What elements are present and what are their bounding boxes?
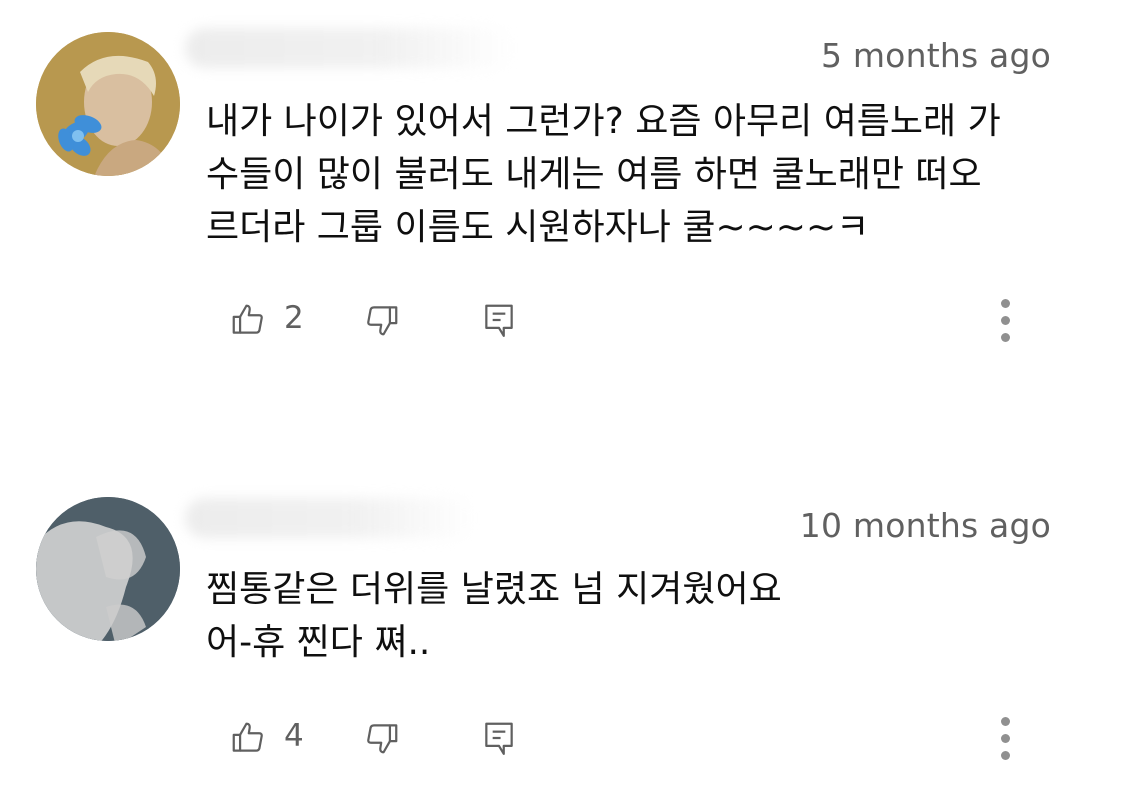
reply-icon <box>485 304 513 337</box>
reply-button[interactable] <box>477 298 521 342</box>
thumbs-down-icon <box>367 306 398 336</box>
comment-item: 5 months ago 내가 나이가 있어서 그런가? 요즘 아무리 여름노래… <box>0 0 1125 400</box>
avatar-image <box>36 497 180 641</box>
like-count: 2 <box>284 300 304 336</box>
comment-text: 내가 나이가 있어서 그런가? 요즘 아무리 여름노래 가 수들이 많이 불러도… <box>206 95 1066 254</box>
thumbs-down-icon <box>367 724 398 754</box>
more-vert-icon-dot <box>1000 332 1010 342</box>
comment-timestamp: 5 months ago <box>820 36 1051 75</box>
comment-actions: 4 <box>0 708 1125 768</box>
more-vert-icon-dot <box>1000 716 1010 726</box>
like-button[interactable] <box>226 716 270 760</box>
comment-text-line: 수들이 많이 불러도 내게는 여름 하면 쿨노래만 떠오 <box>206 154 982 195</box>
dislike-button[interactable] <box>360 716 404 760</box>
comment-text-line: 내가 나이가 있어서 그런가? 요즘 아무리 여름노래 가 <box>206 101 1001 142</box>
reply-button[interactable] <box>477 716 521 760</box>
like-button[interactable] <box>226 298 270 342</box>
thumbs-up-icon <box>232 304 263 334</box>
reply-icon <box>485 722 513 755</box>
dislike-button[interactable] <box>360 298 404 342</box>
comment-text-line: 르더라 그룹 이름도 시원하자나 쿨~~~~ㅋ <box>206 207 870 248</box>
author-name-redacted[interactable] <box>185 28 515 68</box>
comment-timestamp: 10 months ago <box>799 506 1051 545</box>
like-count: 4 <box>284 718 304 754</box>
thumbs-up-icon <box>232 722 263 752</box>
comment-text-line: 어-휴 찐다 쪄.. <box>206 622 431 663</box>
more-vert-icon-dot <box>1000 750 1010 760</box>
more-vert-icon-dot <box>1000 298 1010 308</box>
avatar[interactable] <box>36 32 180 176</box>
comment-item: 10 months ago 찜통같은 더위를 날렸죠 넘 지겨웠어요 어-휴 찐… <box>0 470 1125 804</box>
more-vert-icon-dot <box>1000 733 1010 743</box>
more-options-button[interactable] <box>988 708 1022 768</box>
more-vert-icon-dot <box>1000 315 1010 325</box>
avatar[interactable] <box>36 497 180 641</box>
more-options-button[interactable] <box>988 290 1022 350</box>
author-name-redacted[interactable] <box>185 498 475 538</box>
comment-actions: 2 <box>0 290 1125 350</box>
comment-text-line: 찜통같은 더위를 날렸죠 넘 지겨웠어요 <box>206 569 782 610</box>
comment-text: 찜통같은 더위를 날렸죠 넘 지겨웠어요 어-휴 찐다 쪄.. <box>206 563 1066 669</box>
avatar-image <box>36 32 180 176</box>
